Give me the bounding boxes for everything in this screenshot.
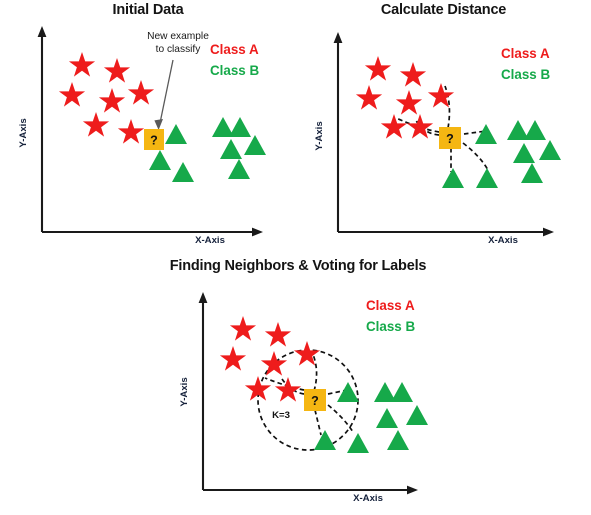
distance-line-to-triangle-below xyxy=(314,409,322,436)
unknown-example-marker[interactable]: ? xyxy=(144,129,164,150)
star-marker xyxy=(427,83,455,108)
annotation-arrow-line xyxy=(159,59,174,124)
star-marker xyxy=(229,316,257,341)
triangle-marker xyxy=(521,163,543,183)
star-marker xyxy=(355,85,383,110)
star-marker xyxy=(293,341,321,366)
panel-finding-neighbors: Finding Neighbors & Voting for Labels Y-… xyxy=(148,258,448,515)
star-marker xyxy=(244,376,272,401)
star-marker xyxy=(380,114,408,139)
unknown-box-glyph: ? xyxy=(150,134,158,148)
star-marker xyxy=(117,119,145,144)
star-marker xyxy=(58,82,86,107)
star-marker xyxy=(260,351,288,376)
distance-line-to-triangle-lower-right xyxy=(327,404,354,433)
triangle-marker xyxy=(229,117,251,137)
triangle-marker xyxy=(391,382,413,402)
panel-calculate-distance: Calculate Distance Y-Axis X-Axis Class A… xyxy=(296,0,591,258)
triangle-marker xyxy=(228,159,250,179)
star-marker xyxy=(68,52,96,77)
triangle-marker xyxy=(476,168,498,188)
legend-initial-data: Class A Class B xyxy=(210,42,259,78)
annotation-line-1: New example xyxy=(147,31,209,42)
legend-class-a-label: Class A xyxy=(210,42,259,57)
star-marker xyxy=(399,62,427,87)
star-marker xyxy=(406,114,434,139)
legend-calculate-distance: Class A Class B xyxy=(501,46,550,82)
star-marker xyxy=(98,88,126,113)
triangle-marker xyxy=(442,168,464,188)
y-axis-label: Y-Axis xyxy=(179,377,190,406)
star-marker xyxy=(395,90,423,115)
star-marker xyxy=(219,346,247,371)
triangle-marker xyxy=(475,124,497,144)
triangle-marker xyxy=(387,430,409,450)
distance-line-to-star-upper xyxy=(311,351,318,392)
star-marker xyxy=(82,112,110,137)
triangle-marker xyxy=(539,140,561,160)
unknown-box-glyph: ? xyxy=(446,132,454,146)
unknown-example-marker[interactable]: ? xyxy=(439,127,461,149)
triangle-marker xyxy=(244,135,266,155)
panel-initial-data: Initial Data Y-Axis X-Axis Class A Class… xyxy=(0,0,296,258)
plot-finding-neighbors: Y-Axis X-Axis Class A Class B K=3 ? xyxy=(179,292,428,504)
y-axis-label: Y-Axis xyxy=(18,118,29,147)
k-value-label: K=3 xyxy=(272,410,290,421)
class-a-points-group xyxy=(219,316,321,402)
legend-class-b-label: Class B xyxy=(366,319,415,334)
triangle-marker xyxy=(376,408,398,428)
triangle-marker xyxy=(406,405,428,425)
x-axis-arrowhead xyxy=(407,485,418,495)
legend-finding-neighbors: Class A Class B xyxy=(366,298,415,334)
triangle-marker xyxy=(347,433,369,453)
triangle-marker xyxy=(220,139,242,159)
x-axis-label: X-Axis xyxy=(195,235,225,246)
y-axis-label: Y-Axis xyxy=(314,121,325,150)
star-marker xyxy=(127,80,155,105)
x-axis-arrowhead xyxy=(252,227,263,237)
y-axis-arrowhead xyxy=(37,26,47,37)
y-axis-arrowhead xyxy=(333,32,343,43)
annotation-arrowhead-icon xyxy=(154,119,163,130)
distance-line-to-triangle-lower-right xyxy=(462,142,489,171)
class-a-points-group xyxy=(58,52,155,144)
triangle-marker xyxy=(165,124,187,144)
unknown-example-marker[interactable]: ? xyxy=(304,389,326,411)
x-axis-arrowhead xyxy=(543,227,554,237)
plot-calculate-distance: Y-Axis X-Axis Class A Class B ? xyxy=(314,32,561,246)
star-marker xyxy=(364,56,392,81)
class-a-points-group xyxy=(355,56,455,139)
triangle-marker xyxy=(513,143,535,163)
triangle-marker xyxy=(149,150,171,170)
x-axis-label: X-Axis xyxy=(353,493,383,504)
star-marker xyxy=(274,377,302,402)
y-axis-arrowhead xyxy=(198,292,208,303)
x-axis-label: X-Axis xyxy=(488,235,518,246)
star-marker xyxy=(103,58,131,83)
new-example-annotation: New example to classify xyxy=(147,31,209,130)
unknown-box-glyph: ? xyxy=(311,394,319,408)
legend-class-b-label: Class B xyxy=(210,63,259,78)
plot-initial-data: Y-Axis X-Axis Class A Class B New exampl… xyxy=(18,26,266,246)
legend-class-a-label: Class A xyxy=(366,298,415,313)
legend-class-b-label: Class B xyxy=(501,67,550,82)
legend-class-a-label: Class A xyxy=(501,46,550,61)
star-marker xyxy=(264,322,292,347)
annotation-line-2: to classify xyxy=(156,44,202,55)
triangle-marker xyxy=(314,430,336,450)
triangle-marker xyxy=(524,120,546,140)
class-b-points-group xyxy=(149,117,266,182)
triangle-marker xyxy=(172,162,194,182)
